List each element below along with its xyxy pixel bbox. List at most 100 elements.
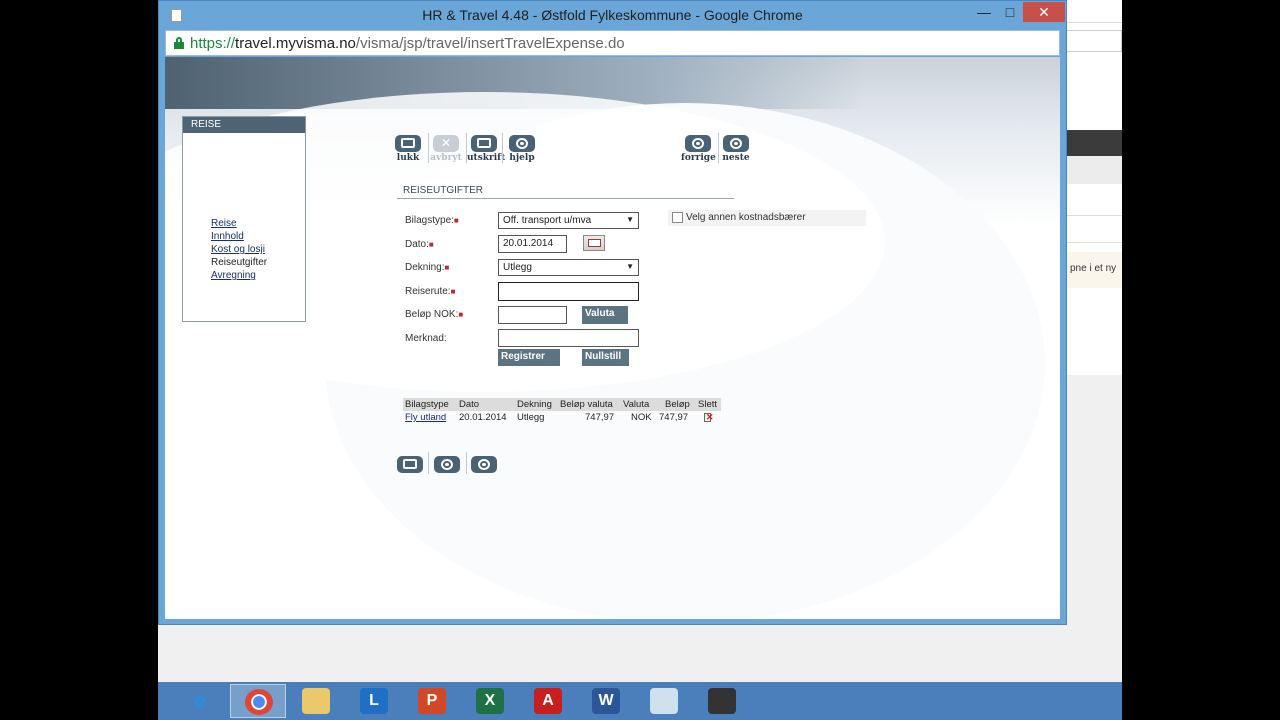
title-bar[interactable]: HR & Travel 4.48 - Østfold Fylkeskommune… [159, 1, 1066, 30]
dekning-select[interactable]: Utlegg [498, 259, 639, 276]
chrome-icon [245, 689, 273, 715]
taskbar-lync[interactable]: L [346, 684, 402, 718]
reiserute-label: Reiserute:■ [405, 286, 456, 297]
annen-kostnadsbaerer-label: Velg annen kostnadsbærer [686, 212, 806, 223]
maximize-button[interactable]: □ [997, 2, 1023, 22]
utskrift-button[interactable]: utskrift [467, 135, 506, 163]
col-dekning: Dekning [517, 399, 552, 410]
address-bar[interactable]: https://travel.myvisma.no/visma/jsp/trav… [165, 30, 1060, 56]
sidebar-item-reise[interactable]: Reise [211, 217, 267, 230]
delete-icon[interactable]: ✕ [703, 412, 714, 423]
row-belop: 747,97 [659, 412, 689, 423]
lukk-label: lukk [396, 153, 420, 163]
previous-icon [434, 456, 460, 473]
lock-icon [174, 37, 184, 49]
sidebar-item-innhold[interactable]: Innhold [211, 230, 267, 243]
bilagstype-label: Bilagstype:■ [405, 215, 459, 226]
taskbar-powerpoint[interactable]: P [404, 684, 460, 718]
taskbar-chrome[interactable] [230, 684, 286, 718]
background-note: pne i et ny [1066, 252, 1122, 288]
desktop: pne i et ny HR & Travel 4.48 - Østfold F… [158, 0, 1122, 720]
col-slett: Slett [698, 399, 718, 410]
ie-icon: e [193, 688, 207, 713]
avbryt-label: avbryt [430, 153, 462, 163]
printer-icon [471, 135, 497, 152]
word-icon: W [592, 688, 620, 714]
utskrift-label: utskrift [467, 153, 506, 163]
close-doc-icon [397, 456, 423, 473]
taskbar: e L P X A W [158, 682, 1122, 720]
col-belop-valuta: Beløp valuta [560, 399, 613, 410]
taskbar-word[interactable]: W [578, 684, 634, 718]
row-dekning: Utlegg [517, 412, 545, 423]
hjelp-button[interactable]: hjelp [505, 135, 539, 163]
cancel-icon: ✕ [433, 135, 459, 152]
reiserute-input[interactable] [498, 282, 639, 301]
calendar-icon[interactable] [583, 235, 605, 251]
background-window: pne i et ny [1066, 0, 1122, 680]
dato-label: Dato:■ [405, 239, 434, 250]
table-header: Bilagstype Dato Dekning Beløp valuta Val… [403, 398, 721, 411]
taskbar-internet-explorer[interactable]: e [172, 684, 228, 718]
dato-field[interactable]: 20.01.2014 [498, 235, 567, 253]
merknad-label: Merknad: [405, 333, 447, 344]
bilagstype-select[interactable]: Off. transport u/mva [498, 212, 639, 229]
table-row: Fly utland 20.01.2014 Utlegg 747,97 NOK … [403, 411, 721, 425]
powerpoint-icon: P [418, 688, 446, 714]
annen-kostnadsbaerer-row[interactable]: Velg annen kostnadsbærer [668, 210, 866, 226]
window-title: HR & Travel 4.48 - Østfold Fylkeskommune… [422, 7, 803, 23]
projector-icon [708, 688, 736, 714]
sidebar-item-reiseutgifter: Reiseutgifter [211, 257, 268, 268]
next-icon [723, 135, 749, 152]
taskbar-acrobat[interactable]: A [520, 684, 576, 718]
bottom-lukk-button[interactable] [397, 456, 423, 473]
forrige-button[interactable]: forrige [681, 135, 716, 163]
taskbar-excel[interactable]: X [462, 684, 518, 718]
registrer-button[interactable]: Registrer [498, 349, 560, 366]
belop-label: Beløp NOK:■ [405, 309, 464, 320]
url-text[interactable]: https://travel.myvisma.no/visma/jsp/trav… [190, 35, 625, 52]
section-divider [397, 198, 734, 199]
bottom-neste-button[interactable] [471, 456, 497, 473]
taskbar-file-explorer[interactable] [288, 684, 344, 718]
belop-input[interactable] [498, 306, 567, 324]
notepad-icon [650, 688, 678, 714]
section-title: REISEUTGIFTER [403, 185, 484, 196]
col-valuta: Valuta [623, 399, 650, 410]
sidebar-header: REISE [183, 117, 305, 133]
neste-label: neste [722, 153, 750, 163]
lukk-button[interactable]: lukk [391, 135, 425, 163]
taskbar-notepad[interactable] [636, 684, 692, 718]
avbryt-button: ✕ avbryt [429, 135, 463, 163]
close-button[interactable]: ✕ [1023, 2, 1065, 22]
dekning-label: Dekning:■ [405, 262, 450, 273]
col-belop: Beløp [665, 399, 690, 410]
valuta-button[interactable]: Valuta [582, 306, 628, 324]
nullstill-button[interactable]: Nullstill [582, 349, 629, 366]
sidebar-item-avregning[interactable]: Avregning [211, 269, 267, 282]
excel-icon: X [476, 688, 504, 714]
sidebar: REISE Reise Innhold Kost og losji Reiseu… [182, 116, 306, 322]
help-icon [509, 135, 535, 152]
chrome-window: HR & Travel 4.48 - Østfold Fylkeskommune… [158, 0, 1067, 625]
taskbar-projector[interactable] [694, 684, 750, 718]
row-belop-valuta: 747,97 [585, 412, 615, 423]
row-bilagstype-link[interactable]: Fly utland [405, 412, 446, 423]
merknad-input[interactable] [498, 329, 639, 347]
close-doc-icon [395, 135, 421, 152]
annen-kostnadsbaerer-checkbox[interactable] [672, 212, 683, 223]
expense-table: Bilagstype Dato Dekning Beløp valuta Val… [403, 398, 721, 425]
folder-icon [302, 688, 330, 714]
web-page: REISE Reise Innhold Kost og losji Reiseu… [165, 57, 1060, 619]
bottom-forrige-button[interactable] [434, 456, 460, 473]
row-dato: 20.01.2014 [459, 412, 507, 423]
next-icon [471, 456, 497, 473]
minimize-button[interactable]: — [971, 2, 997, 22]
lync-icon: L [360, 688, 388, 714]
previous-icon [685, 135, 711, 152]
col-dato: Dato [459, 399, 480, 410]
sidebar-item-kost-og-losji[interactable]: Kost og losji [211, 243, 267, 256]
col-bilagstype: Bilagstype [405, 399, 449, 410]
neste-button[interactable]: neste [719, 135, 753, 163]
hjelp-label: hjelp [509, 153, 535, 163]
